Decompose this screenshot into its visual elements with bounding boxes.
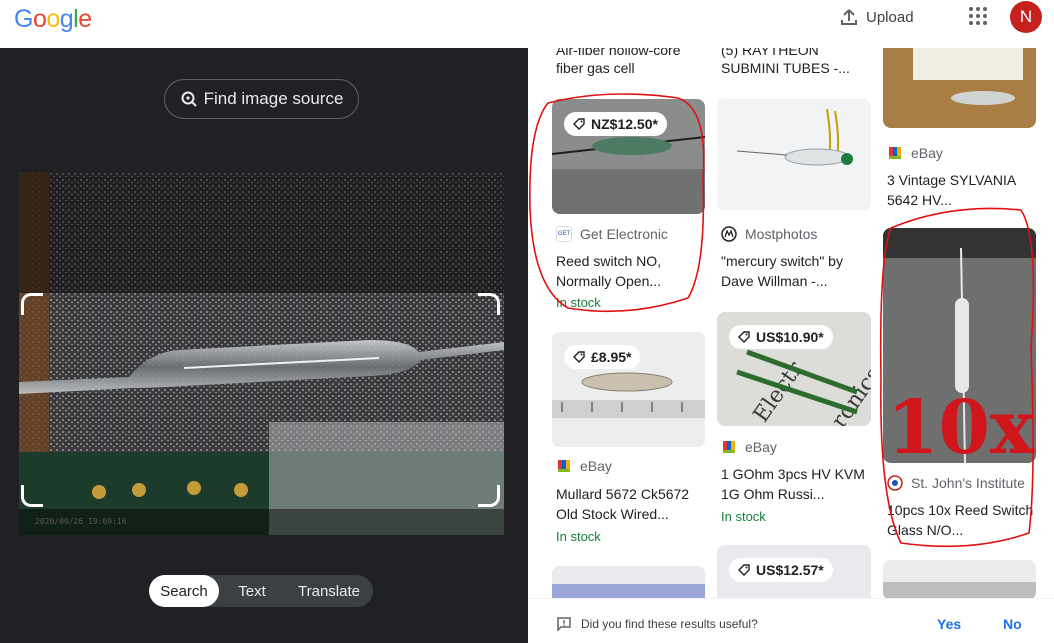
result-card[interactable]: NZ$12.50* GET Get Electronic Reed switch… — [552, 99, 705, 314]
apps-grid-icon[interactable] — [969, 7, 987, 25]
result-source: eBay — [721, 439, 777, 455]
result-source: Mostphotos — [721, 226, 817, 242]
result-card[interactable]: £8.95* eBay Mullard 5672 Ck5672 Old Stoc… — [552, 332, 705, 547]
find-image-source-button[interactable]: Find image source — [164, 79, 359, 119]
result-thumbnail[interactable]: US$12.57* — [717, 545, 871, 598]
result-title[interactable]: "mercury switch" by Dave Willman -... — [721, 251, 871, 291]
st-johns-institute-favicon — [887, 475, 903, 491]
result-title[interactable]: 3 Vintage SYLVANIA 5642 HV... — [887, 170, 1037, 210]
upload-icon — [841, 9, 857, 25]
lens-mode-tabs: Search Text Translate — [149, 575, 373, 607]
stock-status: In stock — [556, 295, 601, 310]
result-thumbnail[interactable] — [883, 560, 1036, 598]
result-source: GET Get Electronic — [556, 226, 668, 242]
tab-search[interactable]: Search — [149, 575, 219, 607]
price-badge: US$10.90* — [729, 325, 833, 349]
ebay-favicon — [558, 460, 570, 472]
ebay-favicon — [889, 147, 901, 159]
lens-image-pane: Find image source 2020/09/26 19:09:16 Se… — [0, 48, 528, 643]
tab-translate[interactable]: Translate — [285, 575, 373, 607]
result-thumbnail[interactable] — [552, 566, 705, 598]
result-card[interactable]: Mostphotos "mercury switch" by Dave Will… — [717, 99, 871, 294]
feedback-icon — [557, 617, 571, 632]
google-logo[interactable]: Google — [14, 5, 92, 34]
stock-status: In stock — [721, 509, 766, 524]
result-source: eBay — [556, 458, 612, 474]
price-tag-icon — [573, 351, 585, 363]
result-card[interactable]: Electr ronics US$10.90* eBay 1 GOhm 3pcs … — [717, 312, 871, 527]
result-title-partial[interactable]: SUBMINI TUBES -... — [721, 58, 871, 78]
mostphotos-favicon — [721, 226, 737, 242]
uploaded-image[interactable]: 2020/09/26 19:09:16 — [19, 172, 504, 535]
result-title[interactable]: 10pcs 10x Reed Switch Glass N/O... — [887, 500, 1037, 540]
result-source: St. John's Institute — [887, 475, 1025, 491]
feedback-yes-button[interactable]: Yes — [937, 616, 961, 632]
visual-matches-grid: Air-fiber hollow-core fiber gas cell (5)… — [528, 48, 1054, 598]
price-tag-icon — [738, 331, 750, 343]
price-badge: £8.95* — [564, 345, 641, 369]
stock-status: In stock — [556, 529, 601, 544]
price-tag-icon — [573, 118, 585, 130]
account-avatar[interactable]: N — [1010, 1, 1042, 33]
result-card[interactable]: eBay 3 Vintage SYLVANIA 5642 HV... — [883, 138, 1036, 228]
feedback-no-button[interactable]: No — [1003, 616, 1022, 632]
result-title[interactable]: Mullard 5672 Ck5672 Old Stock Wired... — [556, 484, 706, 524]
price-badge: NZ$12.50* — [564, 112, 667, 136]
result-thumbnail[interactable] — [883, 48, 1036, 128]
crop-handle-bottom-right[interactable] — [478, 485, 500, 507]
feedback-question: Did you find these results useful? — [581, 617, 758, 631]
upload-label: Upload — [866, 8, 914, 26]
ebay-favicon — [723, 441, 735, 453]
find-image-source-label: Find image source — [203, 89, 344, 108]
price-badge: US$12.57* — [729, 558, 833, 582]
crop-handle-top-right[interactable] — [478, 293, 500, 315]
lens-search-icon — [181, 91, 197, 107]
get-electronic-favicon: GET — [556, 226, 572, 242]
feedback-bar: Did you find these results useful? Yes N… — [528, 598, 1054, 643]
price-tag-icon — [738, 564, 750, 576]
result-thumbnail[interactable]: Electr ronics US$10.90* — [717, 312, 871, 426]
result-thumbnail[interactable]: £8.95* — [552, 332, 705, 447]
thumbnail-overlay-text: 10x — [887, 385, 1035, 463]
result-source: eBay — [887, 145, 943, 161]
result-title[interactable]: 1 GOhm 3pcs HV KVM 1G Ohm Russi... — [721, 464, 871, 504]
result-thumbnail[interactable]: NZ$12.50* — [552, 99, 705, 214]
result-thumbnail[interactable]: 10x — [883, 228, 1036, 463]
result-title-partial[interactable]: fiber gas cell — [556, 58, 706, 78]
result-title[interactable]: Reed switch NO, Normally Open... — [556, 251, 706, 291]
result-card[interactable]: 10x St. John's Institute 10pcs 10x Reed … — [883, 228, 1036, 548]
crop-handle-bottom-left[interactable] — [21, 485, 43, 507]
tab-text[interactable]: Text — [219, 575, 285, 607]
top-bar: Google Upload N — [0, 0, 1054, 48]
crop-handle-top-left[interactable] — [21, 293, 43, 315]
result-thumbnail[interactable] — [717, 99, 871, 210]
upload-button[interactable]: Upload — [840, 6, 914, 28]
